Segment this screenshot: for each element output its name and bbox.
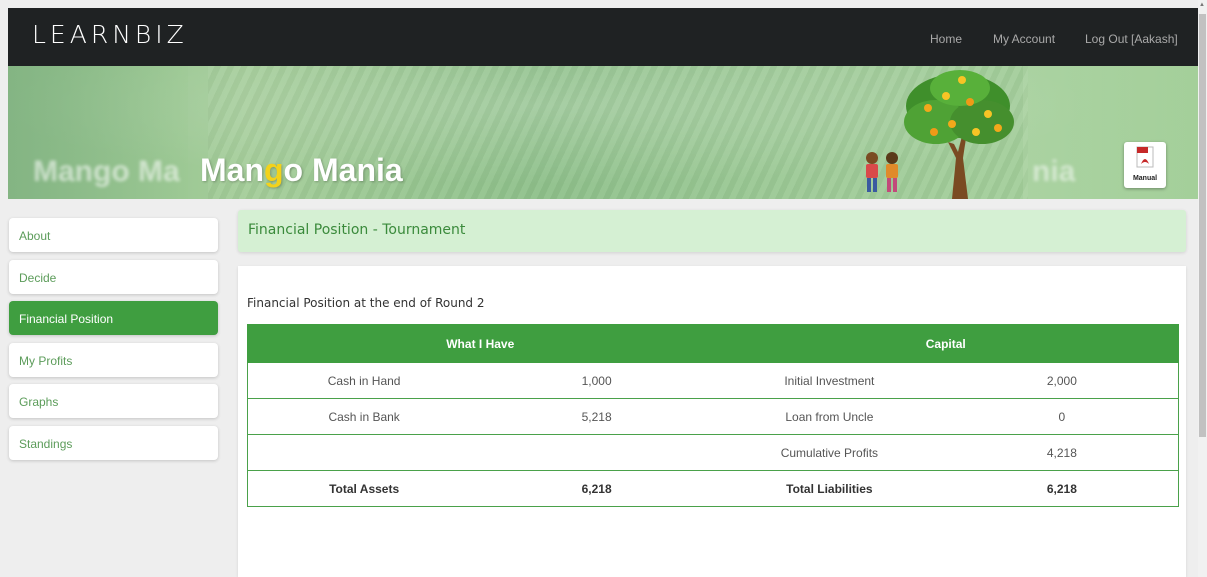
banner-title-suffix: o Mania bbox=[283, 152, 403, 188]
pdf-icon bbox=[1136, 146, 1154, 168]
table-total-row: Total Assets 6,218 Total Liabilities 6,2… bbox=[247, 470, 1179, 507]
mango-tree-icon bbox=[904, 70, 1014, 199]
table-cell bbox=[247, 434, 481, 471]
financial-position-table: What I Have Capital Cash in Hand 1,000 I… bbox=[247, 324, 1179, 507]
table-cell: Loan from Uncle bbox=[713, 398, 946, 435]
game-banner: Mango Ma nia Mango Mania bbox=[8, 66, 1198, 199]
manual-pdf-button[interactable]: Manual bbox=[1124, 142, 1166, 188]
table-cell: Total Assets bbox=[247, 470, 481, 507]
column-header-capital: Capital bbox=[712, 324, 1179, 363]
content-header: Financial Position - Tournament bbox=[238, 210, 1186, 252]
section-title: Financial Position at the end of Round 2 bbox=[247, 296, 485, 310]
top-navbar: LEARNBIZ Home My Account Log Out [Aakash… bbox=[8, 8, 1198, 66]
table-cell: 2,000 bbox=[945, 362, 1179, 399]
table-cell bbox=[480, 434, 713, 471]
financial-position-panel: Financial Position at the end of Round 2… bbox=[238, 266, 1186, 577]
table-cell: 4,218 bbox=[945, 434, 1179, 471]
manual-label: Manual bbox=[1132, 175, 1158, 182]
learnbiz-logo[interactable]: LEARNBIZ bbox=[32, 20, 188, 49]
sidebar-item-my-profits[interactable]: My Profits bbox=[9, 343, 218, 377]
table-cell: 1,000 bbox=[480, 362, 713, 399]
sidebar-item-about[interactable]: About bbox=[9, 218, 218, 252]
banner-ghost-title-right: nia bbox=[1032, 155, 1076, 188]
table-cell: Total Liabilities bbox=[713, 470, 946, 507]
banner-title-prefix: Man bbox=[200, 152, 264, 188]
children-icon bbox=[866, 152, 898, 192]
table-row: Cash in Hand 1,000 Initial Investment 2,… bbox=[247, 362, 1179, 399]
page-title: Financial Position - Tournament bbox=[248, 222, 466, 238]
table-cell: 6,218 bbox=[480, 470, 713, 507]
table-cell: 6,218 bbox=[945, 470, 1179, 507]
table-cell: Cash in Bank bbox=[247, 398, 481, 435]
table-header-row: What I Have Capital bbox=[247, 324, 1179, 363]
sidebar-item-graphs[interactable]: Graphs bbox=[9, 384, 218, 418]
column-header-what-i-have: What I Have bbox=[247, 324, 714, 363]
nav-logout-link[interactable]: Log Out [Aakash] bbox=[1085, 32, 1178, 46]
table-cell: 0 bbox=[945, 398, 1179, 435]
page-scrollbar[interactable]: ▲ bbox=[1198, 0, 1207, 577]
table-cell: Cash in Hand bbox=[247, 362, 481, 399]
scrollbar-thumb[interactable] bbox=[1199, 14, 1206, 437]
table-cell: Cumulative Profits bbox=[713, 434, 946, 471]
banner-title: Mango Mania bbox=[200, 152, 403, 189]
scroll-up-arrow-icon[interactable]: ▲ bbox=[1199, 2, 1205, 8]
banner-ghost-title: Mango Ma bbox=[33, 155, 180, 188]
nav-my-account-link[interactable]: My Account bbox=[993, 32, 1055, 46]
banner-title-mango-letter: g bbox=[264, 152, 284, 188]
table-row: Cash in Bank 5,218 Loan from Uncle 0 bbox=[247, 398, 1179, 435]
table-row: Cumulative Profits 4,218 bbox=[247, 434, 1179, 471]
sidebar-item-standings[interactable]: Standings bbox=[9, 426, 218, 460]
table-cell: Initial Investment bbox=[713, 362, 946, 399]
sidebar-item-financial-position[interactable]: Financial Position bbox=[9, 301, 218, 335]
table-cell: 5,218 bbox=[480, 398, 713, 435]
sidebar-item-decide[interactable]: Decide bbox=[9, 260, 218, 294]
nav-home-link[interactable]: Home bbox=[930, 32, 962, 46]
